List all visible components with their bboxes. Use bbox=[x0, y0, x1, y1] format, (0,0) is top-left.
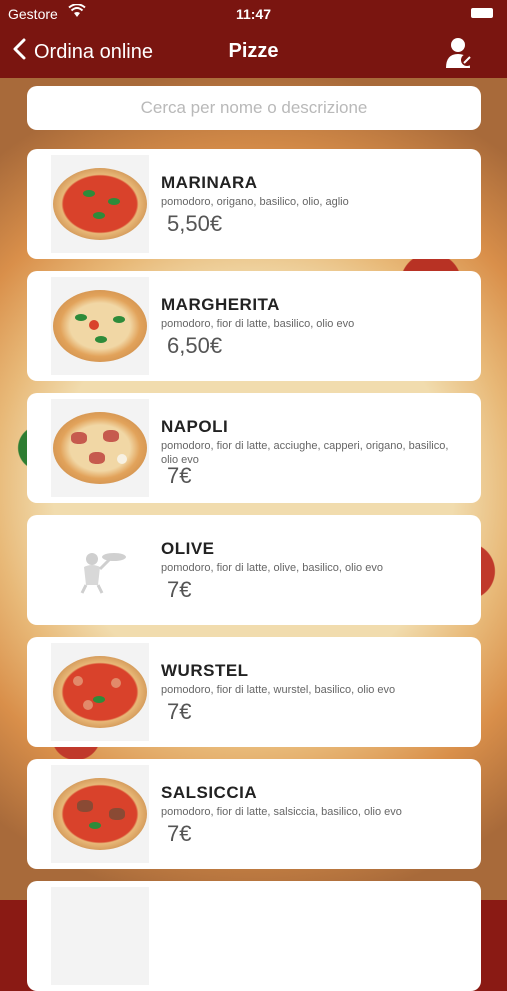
menu-item-card[interactable]: SALSICCIA pomodoro, fior di latte, salsi… bbox=[27, 759, 481, 869]
back-button[interactable]: Ordina online bbox=[12, 38, 153, 66]
pizza-chef-placeholder-icon bbox=[51, 521, 149, 619]
item-price: 6,50€ bbox=[167, 333, 223, 358]
item-name: WURSTEL bbox=[161, 661, 249, 680]
user-profile-icon[interactable] bbox=[443, 36, 477, 70]
item-name: MARINARA bbox=[161, 173, 258, 192]
item-photo bbox=[51, 277, 149, 375]
clock: 11:47 bbox=[235, 6, 272, 22]
item-name: SALSICCIA bbox=[161, 783, 258, 802]
back-label: Ordina online bbox=[34, 40, 153, 63]
item-price: 7€ bbox=[167, 699, 192, 724]
menu-item-card[interactable]: MARINARA pomodoro, origano, basilico, ol… bbox=[27, 149, 481, 259]
item-description: pomodoro, fior di latte, basilico, olio … bbox=[161, 318, 355, 330]
status-bar: Gestore 11:47 bbox=[0, 0, 507, 28]
item-photo bbox=[51, 887, 149, 985]
battery-icon bbox=[471, 8, 493, 18]
item-photo bbox=[51, 765, 149, 863]
search-bar[interactable] bbox=[27, 86, 481, 130]
item-description: pomodoro, fior di latte, salsiccia, basi… bbox=[161, 806, 402, 818]
item-photo bbox=[51, 155, 149, 253]
item-price: 5,50€ bbox=[167, 211, 223, 236]
menu-item-card[interactable]: WURSTEL pomodoro, fior di latte, wurstel… bbox=[27, 637, 481, 747]
item-description: pomodoro, origano, basilico, olio, aglio bbox=[161, 196, 349, 208]
item-name: NAPOLI bbox=[161, 417, 229, 436]
menu-item-card[interactable]: OLIVE pomodoro, fior di latte, olive, ba… bbox=[27, 515, 481, 625]
item-photo bbox=[51, 643, 149, 741]
item-price: 7€ bbox=[167, 821, 192, 846]
item-description: pomodoro, fior di latte, wurstel, basili… bbox=[161, 684, 396, 696]
menu-item-card[interactable]: MARGHERITA pomodoro, fior di latte, basi… bbox=[27, 271, 481, 381]
item-name: MARGHERITA bbox=[161, 295, 280, 314]
item-price: 7€ bbox=[167, 577, 192, 602]
item-price: 7€ bbox=[167, 463, 192, 488]
item-name: OLIVE bbox=[161, 539, 215, 558]
menu-item-card[interactable]: NAPOLI pomodoro, fior di latte, acciughe… bbox=[27, 393, 481, 503]
item-description: pomodoro, fior di latte, olive, basilico… bbox=[161, 562, 383, 574]
menu-item-card[interactable] bbox=[27, 881, 481, 991]
chevron-left-icon bbox=[12, 38, 26, 66]
search-input[interactable] bbox=[27, 97, 481, 119]
item-description: pomodoro, fior di latte, acciughe, cappe… bbox=[161, 440, 449, 466]
navigation-bar: Ordina online Pizze bbox=[0, 28, 507, 78]
item-photo bbox=[51, 399, 149, 497]
